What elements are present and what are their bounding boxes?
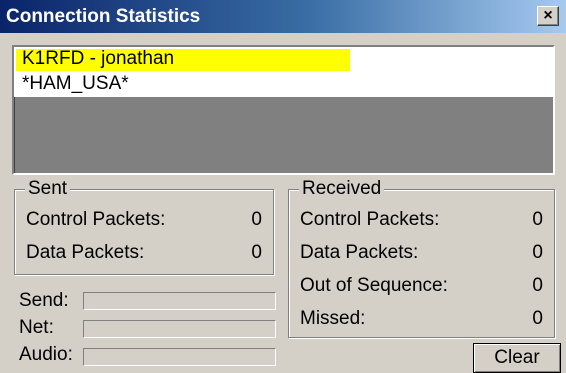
stat-label: Control Packets: <box>300 209 440 230</box>
stat-value: 0 <box>532 308 543 329</box>
sent-group: Sent Control Packets: 0 Data Packets: 0 <box>14 177 274 275</box>
title-bar[interactable]: Connection Statistics × <box>0 0 566 33</box>
sent-control-packets-row: Control Packets: 0 <box>15 208 273 232</box>
send-meter <box>83 292 276 310</box>
clear-button[interactable]: Clear <box>473 343 561 373</box>
stat-value: 0 <box>532 275 543 296</box>
stat-label: Data Packets: <box>26 242 145 263</box>
connection-list[interactable]: K1RFD - jonathan *HAM_USA* <box>12 45 555 175</box>
stat-value: 0 <box>532 242 543 263</box>
connection-list-item[interactable]: *HAM_USA* <box>14 72 553 97</box>
close-button[interactable]: × <box>537 6 559 26</box>
sent-data-packets-row: Data Packets: 0 <box>15 241 273 265</box>
close-icon: × <box>543 7 553 24</box>
stat-value: 0 <box>532 209 543 230</box>
net-meter-label: Net: <box>19 317 54 338</box>
connection-list-item[interactable]: K1RFD - jonathan <box>14 47 553 72</box>
connection-label: *HAM_USA* <box>22 73 129 94</box>
stat-value: 0 <box>251 242 262 263</box>
send-meter-label: Send: <box>19 290 69 311</box>
stat-label: Out of Sequence: <box>300 275 448 296</box>
received-data-packets-row: Data Packets: 0 <box>289 241 554 265</box>
audio-meter-label: Audio: <box>19 344 73 365</box>
net-meter <box>83 320 276 338</box>
received-missed-row: Missed: 0 <box>289 307 554 331</box>
connection-label: K1RFD - jonathan <box>22 48 175 69</box>
stat-value: 0 <box>251 209 262 230</box>
stat-label: Control Packets: <box>26 209 166 230</box>
sent-group-title: Sent <box>25 177 71 201</box>
received-out-of-sequence-row: Out of Sequence: 0 <box>289 274 554 298</box>
stat-label: Missed: <box>300 308 366 329</box>
received-group-title: Received <box>299 177 385 201</box>
received-control-packets-row: Control Packets: 0 <box>289 208 554 232</box>
audio-meter <box>83 348 276 366</box>
window-title: Connection Statistics <box>6 6 201 27</box>
stat-label: Data Packets: <box>300 242 419 263</box>
received-group: Received Control Packets: 0 Data Packets… <box>288 177 555 338</box>
